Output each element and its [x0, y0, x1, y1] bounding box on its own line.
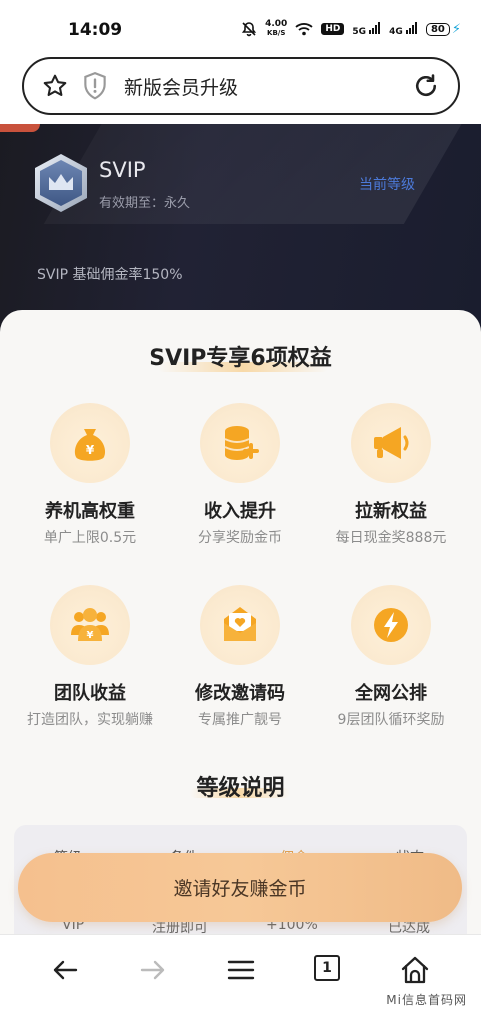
wifi-icon	[295, 23, 313, 36]
benefit-subtitle: 9层团队循环奖励	[337, 712, 445, 728]
benefit-title: 团队收益	[54, 683, 126, 704]
signal-4g-label: 4G	[389, 26, 403, 37]
browser-toolbar: 新版会员升级	[0, 52, 481, 124]
tab-count: 1	[322, 960, 332, 976]
svg-text:¥: ¥	[86, 443, 95, 457]
benefit-icon-bg: ¥	[50, 403, 130, 483]
benefit-item[interactable]: 修改邀请码 专属推广靓号	[165, 585, 315, 729]
envelope-heart-icon	[224, 607, 256, 641]
money-bag-icon: ¥	[74, 429, 106, 461]
team-icon: ¥	[71, 608, 109, 641]
current-level-label[interactable]: 当前等级	[359, 174, 415, 194]
benefit-item[interactable]: 全网公排 9层团队循环奖励	[316, 585, 466, 729]
mute-bell-icon	[242, 22, 257, 37]
benefits-title: SVIP专享6项权益	[149, 346, 332, 371]
battery-icon: 80 ⚡	[425, 21, 461, 37]
lightning-icon	[374, 608, 408, 642]
page-title: 新版会员升级	[124, 77, 239, 99]
benefit-subtitle: 专属推广靓号	[198, 712, 282, 728]
benefit-icon-bg	[351, 585, 431, 665]
benefit-icon-bg: ¥	[50, 585, 130, 665]
benefit-subtitle: 打造团队，实现躺赚	[27, 712, 153, 728]
invite-friends-button[interactable]: 邀请好友赚金币	[18, 853, 462, 922]
benefit-title: 养机高权重	[45, 501, 135, 522]
benefit-title: 修改邀请码	[195, 683, 285, 704]
invite-button-label: 邀请好友赚金币	[173, 878, 307, 900]
refresh-icon[interactable]	[412, 72, 440, 100]
signal-5g-label: 5G	[352, 26, 366, 37]
star-icon[interactable]	[42, 73, 68, 99]
page: 14:09 4.00 KB/S HD 5G 4G 80 ⚡ 新版会员升级 SVI…	[0, 0, 481, 1024]
megaphone-icon	[374, 427, 409, 459]
watermark: Mi信息首码网	[386, 993, 467, 1007]
benefit-subtitle: 每日现金奖888元	[335, 530, 447, 546]
status-bar: 14:09 4.00 KB/S HD 5G 4G 80 ⚡	[0, 0, 481, 52]
net-speed-value: 4.00	[265, 19, 288, 29]
home-icon[interactable]	[400, 955, 430, 985]
member-level: SVIP	[99, 158, 146, 182]
validity-text: 有效期至：永久	[99, 196, 191, 211]
benefit-item[interactable]: ¥ 团队收益 打造团队，实现躺赚	[15, 585, 165, 729]
signal-icon	[369, 21, 381, 34]
level-title: 等级说明	[196, 776, 285, 801]
coins-plus-icon	[224, 426, 259, 460]
benefit-title: 全网公排	[355, 683, 427, 704]
net-speed-unit: KB/S	[267, 29, 286, 37]
membership-header: SVIP 有效期至：永久 当前等级 SVIP 基础佣金率150%	[0, 124, 481, 334]
signal-icon	[405, 21, 417, 34]
benefit-icon-bg	[200, 403, 280, 483]
benefit-icon-bg	[200, 585, 280, 665]
menu-icon[interactable]	[226, 955, 256, 985]
header-accent	[0, 124, 40, 132]
benefit-item[interactable]: 拉新权益 每日现金奖888元	[316, 403, 466, 547]
net-speed: 4.00 KB/S	[265, 20, 287, 38]
commission-rate: SVIP 基础佣金率150%	[37, 267, 183, 283]
benefit-icon-bg	[351, 403, 431, 483]
status-icons: 4.00 KB/S HD 5G 4G 80 ⚡	[241, 20, 461, 38]
address-bar[interactable]: 新版会员升级	[22, 57, 460, 115]
svg-text:¥: ¥	[87, 630, 94, 641]
benefit-item[interactable]: 收入提升 分享奖励金币	[165, 403, 315, 547]
charging-icon: ⚡	[451, 21, 461, 37]
forward-arrow-icon[interactable]	[138, 955, 168, 985]
benefit-title: 拉新权益	[355, 501, 427, 522]
shield-icon[interactable]	[82, 71, 108, 101]
benefit-subtitle: 分享奖励金币	[198, 530, 282, 546]
signal-5g: 5G	[352, 21, 381, 37]
signal-4g: 4G	[389, 21, 418, 37]
clock: 14:09	[68, 20, 123, 40]
battery-level: 80	[425, 22, 450, 36]
hd-badge: HD	[321, 23, 345, 35]
browser-bottom-nav: 1 Mi信息首码网	[0, 934, 481, 1024]
benefit-title: 收入提升	[204, 501, 276, 522]
tabs-icon[interactable]: 1	[314, 955, 340, 981]
crown-badge-icon	[35, 154, 87, 212]
benefit-subtitle: 单广上限0.5元	[43, 530, 137, 546]
benefit-item[interactable]: ¥ 养机高权重 单广上限0.5元	[15, 403, 165, 547]
back-arrow-icon[interactable]	[50, 955, 80, 985]
